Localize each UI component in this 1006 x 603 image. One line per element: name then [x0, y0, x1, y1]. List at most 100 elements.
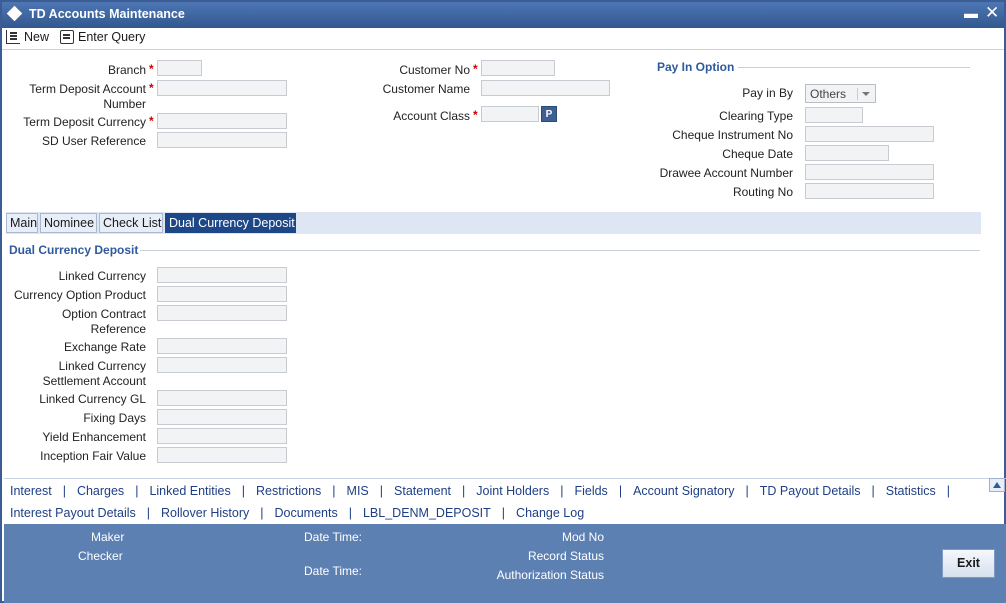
link-separator: | [146, 506, 151, 520]
app-diamond-icon [6, 5, 23, 22]
links-row-1: Interest | Charges | Linked Entities | Restric… [10, 484, 961, 498]
term-deposit-currency-field[interactable] [157, 113, 287, 129]
term-deposit-account-required: * [149, 81, 154, 95]
enter-query-button[interactable]: Enter Query [60, 30, 145, 44]
link-linked-entities[interactable]: Linked Entities [149, 484, 230, 498]
link-account-signatory[interactable]: Account Signatory [633, 484, 734, 498]
drawee-account-number-label: Drawee Account Number [659, 166, 793, 180]
clearing-type-field[interactable] [805, 107, 863, 123]
pay-in-by-label: Pay in By [742, 86, 793, 100]
tab-dual-currency-deposit[interactable]: Dual Currency Deposit [165, 213, 296, 233]
term-deposit-currency-required: * [149, 114, 154, 128]
cheque-instrument-no-field[interactable] [805, 126, 934, 142]
cheque-date-field[interactable] [805, 145, 889, 161]
dual-currency-divider [140, 250, 980, 251]
pay-in-by-value: Others [810, 87, 847, 101]
linked-currency-settlement-label-line2: Settlement Account [42, 374, 146, 388]
option-contract-reference-field[interactable] [157, 305, 287, 321]
link-lbl-denm-deposit[interactable]: LBL_DENM_DEPOSIT [363, 506, 491, 520]
link-separator: | [62, 484, 66, 498]
currency-option-product-field[interactable] [157, 286, 287, 302]
exchange-rate-field[interactable] [157, 338, 287, 354]
window-title: TD Accounts Maintenance [29, 7, 185, 21]
customer-no-label: Customer No [399, 63, 470, 77]
enter-query-label: Enter Query [78, 30, 146, 44]
link-separator: | [618, 484, 623, 498]
link-separator: | [560, 484, 564, 498]
td-accounts-maintenance-window: TD Accounts Maintenance ▬ ✕ New Enter Qu… [0, 0, 1006, 603]
link-fields[interactable]: Fields [574, 484, 607, 498]
routing-no-field[interactable] [805, 183, 934, 199]
yield-enhancement-field[interactable] [157, 428, 287, 444]
option-contract-reference-label: Option Contract [61, 307, 146, 321]
term-deposit-account-field[interactable] [157, 80, 287, 96]
link-td-payout-details[interactable]: TD Payout Details [760, 484, 861, 498]
link-joint-holders[interactable]: Joint Holders [476, 484, 549, 498]
authorization-status-label: Authorization Status [496, 568, 604, 582]
account-class-field[interactable] [481, 106, 539, 122]
link-restrictions[interactable]: Restrictions [256, 484, 321, 498]
query-icon [60, 30, 74, 44]
customer-no-required: * [473, 62, 478, 76]
tab-main[interactable]: Main [6, 213, 38, 233]
link-separator: | [241, 484, 245, 498]
scroll-up-button[interactable] [989, 478, 1005, 492]
link-mis[interactable]: MIS [347, 484, 369, 498]
link-separator: | [871, 484, 875, 498]
link-charges[interactable]: Charges [77, 484, 124, 498]
inception-fair-value-label: Inception Fair Value [40, 449, 146, 463]
customer-no-field[interactable] [481, 60, 555, 76]
cheque-date-label: Cheque Date [722, 147, 793, 161]
link-rollover-history[interactable]: Rollover History [161, 506, 249, 520]
exit-button[interactable]: Exit [942, 549, 995, 578]
link-documents[interactable]: Documents [274, 506, 337, 520]
link-separator: | [379, 484, 384, 498]
audit-footer: Maker Checker Date Time: Date Time: Mod … [4, 524, 1006, 603]
currency-option-product-label: Currency Option Product [13, 288, 146, 302]
pay-in-by-select[interactable]: Others [805, 84, 876, 103]
fixing-days-field[interactable] [157, 409, 287, 425]
link-separator: | [946, 484, 951, 498]
maker-date-time-label: Date Time: [304, 530, 363, 544]
linked-currency-settlement-label: Linked Currency [58, 359, 146, 373]
link-statistics[interactable]: Statistics [886, 484, 936, 498]
toolbar: New Enter Query [2, 28, 1004, 50]
inception-fair-value-field[interactable] [157, 447, 287, 463]
branch-field[interactable] [157, 60, 202, 76]
routing-no-label: Routing No [732, 185, 793, 199]
link-separator: | [260, 506, 264, 520]
link-interest-payout-details[interactable]: Interest Payout Details [10, 506, 136, 520]
new-label: New [24, 30, 50, 44]
chevron-down-icon [857, 88, 872, 100]
option-contract-reference-label-line2: Reference [90, 322, 146, 336]
pay-in-option-divider [738, 67, 970, 68]
link-statement[interactable]: Statement [394, 484, 451, 498]
customer-name-field[interactable] [481, 80, 610, 96]
clearing-type-label: Clearing Type [719, 109, 793, 123]
drawee-account-number-field[interactable] [805, 164, 934, 180]
dual-currency-deposit-title: Dual Currency Deposit [9, 243, 139, 257]
exchange-rate-label: Exchange Rate [63, 340, 146, 354]
account-class-label: Account Class [393, 109, 470, 123]
linked-currency-gl-field[interactable] [157, 390, 287, 406]
links-row-2: Interest Payout Details | Rollover History… [10, 506, 584, 520]
fixing-days-label: Fixing Days [83, 411, 146, 425]
linked-currency-settlement-field[interactable] [157, 357, 287, 373]
tab-check-list[interactable]: Check List [99, 213, 163, 233]
checker-label: Checker [78, 549, 123, 563]
linked-currency-field[interactable] [157, 267, 287, 283]
link-interest[interactable]: Interest [10, 484, 52, 498]
tab-nominee[interactable]: Nominee [40, 213, 97, 233]
account-class-lov-button[interactable]: P [541, 106, 557, 122]
link-separator: | [745, 484, 749, 498]
new-button[interactable]: New [6, 30, 49, 44]
checker-date-time-label: Date Time: [304, 564, 363, 578]
link-change-log[interactable]: Change Log [516, 506, 584, 520]
minimize-icon[interactable]: ▬ [964, 5, 978, 21]
account-class-required: * [473, 108, 478, 122]
maker-label: Maker [91, 530, 125, 544]
term-deposit-currency-label: Term Deposit Currency [23, 115, 146, 129]
term-deposit-account-label-line2: Number [103, 97, 146, 111]
close-icon[interactable]: ✕ [985, 3, 999, 23]
sd-user-reference-field[interactable] [157, 132, 287, 148]
